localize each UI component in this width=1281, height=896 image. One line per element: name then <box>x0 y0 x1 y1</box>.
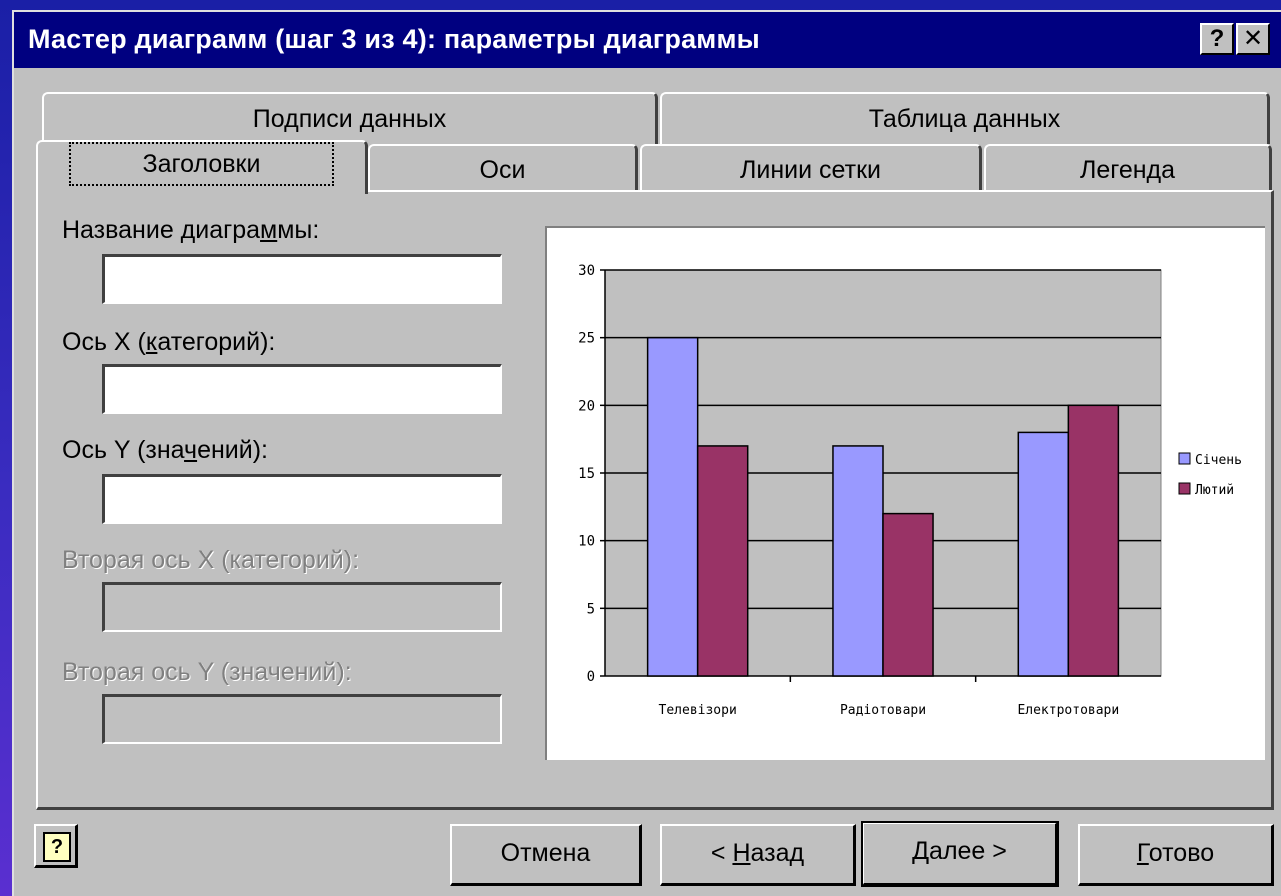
chart-preview: 0 5 10 15 20 25 30 Телевізори Радіотовари Електро… <box>545 226 1265 760</box>
chart-svg: 0 5 10 15 20 25 30 Телевізори Радіотовари Електро… <box>578 263 1251 718</box>
x-category-label: Електротовари <box>1017 703 1119 718</box>
finish-button[interactable]: Готово <box>1078 824 1274 886</box>
tab-data-labels[interactable]: Подписи данных <box>42 92 658 144</box>
close-button[interactable]: ✕ <box>1236 23 1270 55</box>
tab-gridlines[interactable]: Линии сетки <box>640 144 982 192</box>
help-title-button[interactable]: ? <box>1200 23 1234 55</box>
bar <box>882 512 934 677</box>
second-x-axis-field <box>102 582 502 632</box>
chart-title-field[interactable] <box>102 254 502 304</box>
tab-data-labels-label: Подписи данных <box>252 105 447 133</box>
legend-swatch <box>1178 482 1191 495</box>
tab-data-table-label: Таблица данных <box>868 105 1061 133</box>
tab-gridlines-label: Линии сетки <box>740 156 881 184</box>
y-axis-label: Ось Y (значений): <box>62 436 268 464</box>
chart-title-label: Название диаграммы: <box>62 216 320 244</box>
y-tick-label: 25 <box>578 331 595 347</box>
x-axis-label: Ось X (категорий): <box>62 328 276 356</box>
tab-legend-label: Легенда <box>1079 156 1176 184</box>
tab-axes[interactable]: Оси <box>368 144 638 192</box>
legend-box <box>1175 442 1251 508</box>
tab-axes-label: Оси <box>479 156 526 184</box>
x-category-label: Телевізори <box>659 703 737 718</box>
y-tick-label: 0 <box>587 669 595 685</box>
cancel-button[interactable]: Отмена <box>450 824 642 886</box>
window-title: Мастер диаграмм (шаг 3 из 4): параметры … <box>28 24 760 54</box>
y-tick-label: 30 <box>578 263 595 279</box>
help-button[interactable]: ? <box>34 824 78 868</box>
y-tick-label: 15 <box>578 466 595 482</box>
legend-label: Січень <box>1195 453 1242 468</box>
help-icon: ? <box>43 832 71 862</box>
y-tick-label: 10 <box>578 534 595 550</box>
y-tick-label: 5 <box>587 601 595 617</box>
y-tick-label: 20 <box>578 398 595 414</box>
x-category-label: Радіотовари <box>840 703 926 718</box>
x-axis-field[interactable] <box>102 364 502 414</box>
tab-legend[interactable]: Легенда <box>984 144 1272 192</box>
bar <box>1067 404 1120 677</box>
bar <box>832 445 884 677</box>
second-y-axis-field <box>102 694 502 744</box>
bar <box>646 336 699 677</box>
tab-data-table[interactable]: Таблица данных <box>660 92 1270 144</box>
second-x-axis-label: Вторая ось X (категорий): <box>62 546 360 574</box>
tab-titles-label: Заголовки <box>68 142 335 186</box>
legend-swatch <box>1178 452 1191 465</box>
bar <box>1017 431 1070 677</box>
legend-label: Лютий <box>1195 483 1234 498</box>
second-y-axis-label: Вторая ось Y (значений): <box>62 658 352 686</box>
next-button[interactable]: Далее > <box>861 821 1059 887</box>
bar <box>696 445 749 677</box>
tab-titles[interactable]: Заголовки <box>36 140 368 194</box>
chart-wizard-dialog: Мастер диаграмм (шаг 3 из 4): параметры … <box>12 10 1281 896</box>
back-button[interactable]: < Назад <box>660 824 856 886</box>
y-axis-field[interactable] <box>102 474 502 524</box>
title-bar[interactable]: Мастер диаграмм (шаг 3 из 4): параметры … <box>14 12 1281 68</box>
